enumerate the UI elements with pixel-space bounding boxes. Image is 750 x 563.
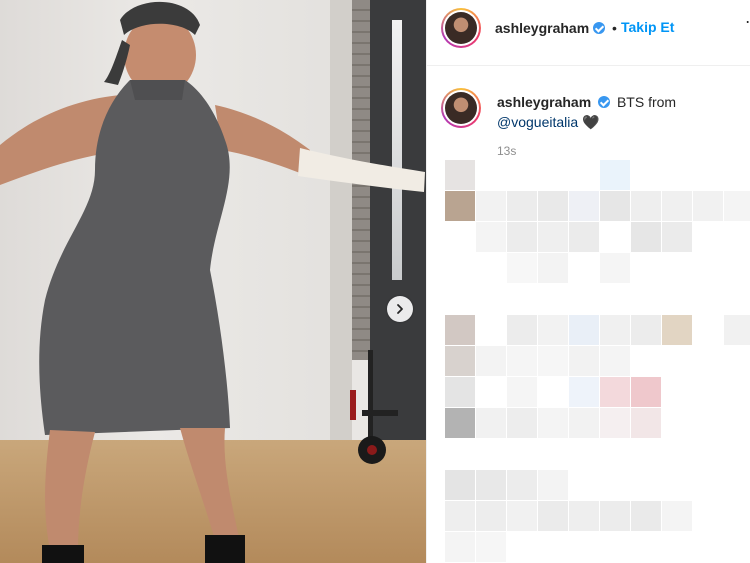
blurred-comment-pixel bbox=[445, 532, 475, 562]
post-caption: ashleygraham BTS from @vogueitalia 🖤 bbox=[497, 92, 737, 132]
caption-avatar[interactable] bbox=[441, 88, 481, 128]
blurred-comment-pixel bbox=[662, 315, 692, 345]
blurred-comment-pixel bbox=[445, 408, 475, 438]
header-username[interactable]: ashleygraham bbox=[495, 20, 589, 36]
verified-badge-icon bbox=[598, 96, 611, 108]
blurred-comment-pixel bbox=[538, 191, 568, 221]
blurred-comment-pixel bbox=[538, 253, 568, 283]
caption-username[interactable]: ashleygraham bbox=[497, 94, 591, 110]
caption-text: BTS from bbox=[616, 94, 677, 110]
blurred-comment-pixel bbox=[600, 377, 630, 407]
blurred-comment-pixel bbox=[538, 222, 568, 252]
blurred-comment-pixel bbox=[507, 408, 537, 438]
blurred-comment-pixel bbox=[507, 191, 537, 221]
blurred-comment-pixel bbox=[538, 470, 568, 500]
post-side-panel: ashleygraham • Takip Et ⋯ ashleygraham B… bbox=[426, 0, 750, 563]
blurred-comment-pixel bbox=[476, 408, 506, 438]
pixelated-comments bbox=[445, 160, 750, 563]
next-image-button[interactable] bbox=[387, 296, 413, 322]
blurred-comment-pixel bbox=[569, 346, 599, 376]
blurred-comment-pixel bbox=[724, 191, 750, 221]
blurred-comment-pixel bbox=[569, 315, 599, 345]
blurred-comment-pixel bbox=[507, 253, 537, 283]
blurred-comment-pixel bbox=[476, 222, 506, 252]
blurred-comment-pixel bbox=[600, 346, 630, 376]
blurred-comment-pixel bbox=[538, 408, 568, 438]
post-timestamp: 13s bbox=[497, 144, 517, 158]
blurred-comment-pixel bbox=[507, 377, 537, 407]
mention-link[interactable]: @vogueitalia bbox=[497, 114, 578, 130]
blurred-comment-pixel bbox=[507, 346, 537, 376]
black-heart-emoji: 🖤 bbox=[582, 114, 600, 130]
blurred-comment-pixel bbox=[631, 377, 661, 407]
blurred-comment-pixel bbox=[631, 222, 661, 252]
separator-dot: • bbox=[612, 20, 617, 36]
chevron-right-icon bbox=[397, 304, 403, 314]
post-photo[interactable] bbox=[0, 0, 426, 563]
blurred-comment-pixel bbox=[507, 222, 537, 252]
person-figure bbox=[0, 1, 425, 563]
blurred-comment-pixel bbox=[631, 191, 661, 221]
blurred-comment-pixel bbox=[569, 222, 599, 252]
blurred-comment-pixel bbox=[569, 408, 599, 438]
blurred-comment-pixel bbox=[476, 501, 506, 531]
blurred-comment-pixel bbox=[662, 191, 692, 221]
blurred-comment-pixel bbox=[445, 191, 475, 221]
blurred-comment-pixel bbox=[600, 253, 630, 283]
more-options-icon[interactable]: ⋯ bbox=[745, 12, 750, 32]
blurred-comment-pixel bbox=[569, 191, 599, 221]
blurred-comment-pixel bbox=[445, 160, 475, 190]
follow-button[interactable]: Takip Et bbox=[621, 19, 674, 35]
blurred-comment-pixel bbox=[600, 315, 630, 345]
blurred-comment-pixel bbox=[445, 470, 475, 500]
blurred-comment-pixel bbox=[445, 315, 475, 345]
blurred-comment-pixel bbox=[631, 408, 661, 438]
blurred-comment-pixel bbox=[445, 377, 475, 407]
post-header: ashleygraham • Takip Et ⋯ bbox=[427, 0, 750, 66]
blurred-comment-pixel bbox=[600, 160, 630, 190]
blurred-comment-pixel bbox=[724, 315, 750, 345]
blurred-comment-pixel bbox=[507, 501, 537, 531]
verified-badge-icon bbox=[593, 22, 605, 34]
blurred-comment-pixel bbox=[600, 191, 630, 221]
blurred-comment-pixel bbox=[569, 501, 599, 531]
blurred-comment-pixel bbox=[693, 191, 723, 221]
blurred-comment-pixel bbox=[445, 346, 475, 376]
blurred-comment-pixel bbox=[507, 470, 537, 500]
blurred-comment-pixel bbox=[538, 501, 568, 531]
blurred-comment-pixel bbox=[445, 501, 475, 531]
blurred-comment-pixel bbox=[662, 222, 692, 252]
blurred-comment-pixel bbox=[631, 315, 661, 345]
blurred-comment-pixel bbox=[507, 315, 537, 345]
blurred-comment-pixel bbox=[569, 377, 599, 407]
blurred-comment-pixel bbox=[662, 501, 692, 531]
blurred-comment-pixel bbox=[476, 346, 506, 376]
blurred-comment-pixel bbox=[631, 501, 661, 531]
blurred-comment-pixel bbox=[538, 346, 568, 376]
avatar[interactable] bbox=[441, 8, 481, 48]
blurred-comment-pixel bbox=[600, 501, 630, 531]
blurred-comment-pixel bbox=[538, 315, 568, 345]
blurred-comment-pixel bbox=[476, 191, 506, 221]
blurred-comment-pixel bbox=[600, 408, 630, 438]
blurred-comment-pixel bbox=[476, 532, 506, 562]
blurred-comment-pixel bbox=[476, 470, 506, 500]
